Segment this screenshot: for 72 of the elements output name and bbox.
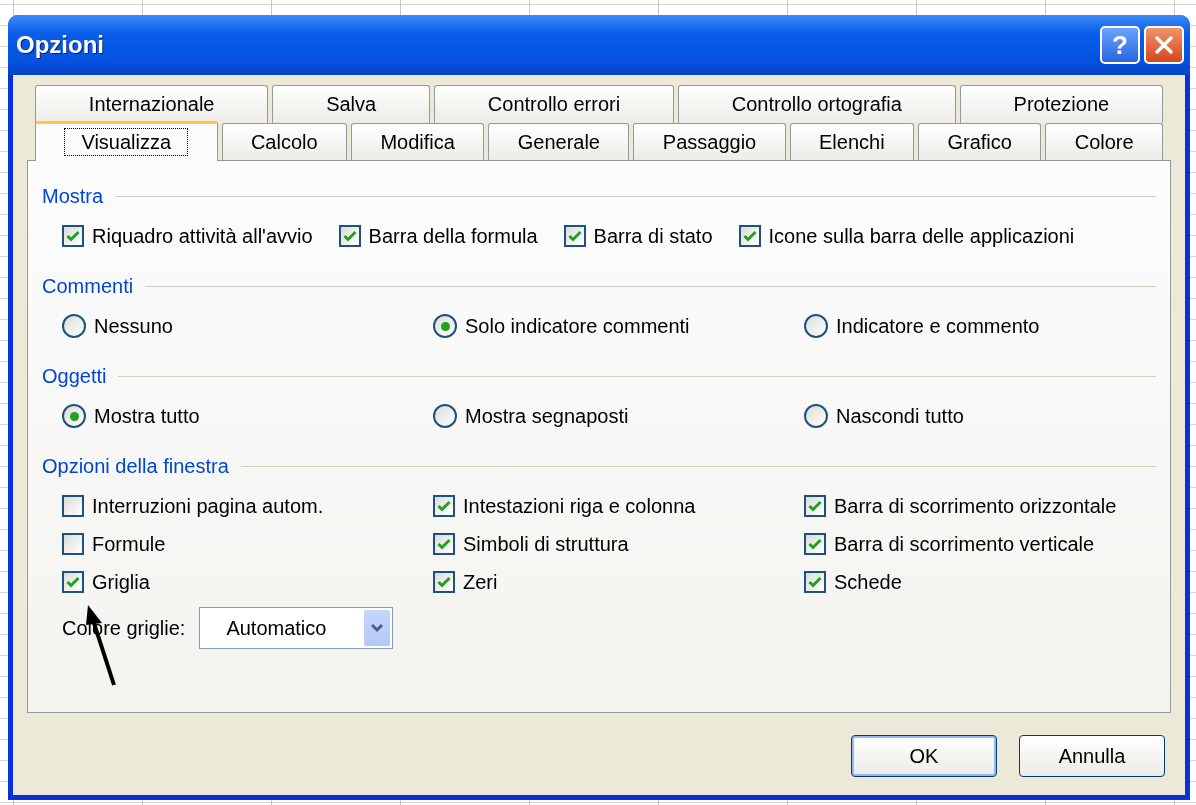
radio-button[interactable] [804, 404, 828, 428]
checkbox-label: Interruzioni pagina autom. [92, 494, 324, 518]
section-heading: Mostra [42, 184, 104, 208]
checkbox[interactable] [804, 533, 826, 555]
tab[interactable]: Controllo ortografia [677, 85, 956, 123]
radio-button[interactable] [433, 404, 457, 428]
checkbox[interactable] [338, 225, 361, 247]
tab[interactable]: Modifica [351, 123, 485, 161]
tab[interactable]: Passaggio [633, 123, 786, 161]
checkbox[interactable] [804, 495, 826, 517]
checkbox-label: Zeri [463, 570, 498, 594]
radio-label: Nessuno [94, 314, 173, 338]
checkbox-label: Simboli di struttura [463, 532, 629, 556]
checkbox[interactable] [62, 495, 84, 517]
section-heading: Opzioni della finestra [42, 454, 229, 478]
checkbox-label: Schede [834, 570, 902, 594]
check-icon [808, 576, 822, 588]
checkbox-label: Barra di stato [593, 224, 713, 248]
radio-label: Mostra segnaposti [465, 404, 629, 428]
radio-label: Indicatore e commento [836, 314, 1040, 338]
tab[interactable]: Calcolo [221, 123, 347, 161]
tab[interactable]: Internazionale [35, 85, 269, 123]
dialog-button[interactable]: Annulla [1019, 735, 1165, 777]
tab[interactable]: Protezione [959, 85, 1164, 123]
radio-button[interactable] [433, 314, 457, 338]
section-heading: Oggetti [42, 364, 107, 388]
check-icon [742, 230, 757, 242]
checkbox[interactable] [62, 571, 84, 593]
radio-label: Nascondi tutto [836, 404, 964, 428]
check-icon [437, 500, 451, 512]
radio-label: Solo indicatore commenti [465, 314, 690, 338]
dialog-button[interactable]: OK [851, 735, 997, 777]
checkbox-label: Barra di scorrimento verticale [834, 532, 1095, 556]
checkbox-label: Intestazioni riga e colonna [463, 494, 696, 518]
checkbox[interactable] [804, 571, 826, 593]
checkbox[interactable] [563, 225, 586, 247]
color-dropdown[interactable]: Automatico [199, 607, 394, 649]
check-icon [437, 538, 451, 550]
radio-button[interactable] [62, 404, 86, 428]
radio-button[interactable] [62, 314, 86, 338]
checkbox[interactable] [738, 225, 761, 247]
section-heading: Commenti [42, 274, 134, 298]
close-icon [1152, 33, 1176, 57]
tab[interactable]: Generale [488, 123, 630, 161]
checkbox[interactable] [62, 225, 84, 247]
check-icon [66, 576, 80, 588]
checkbox-label: Griglia [92, 570, 150, 594]
tab[interactable]: Salva [272, 85, 431, 123]
check-icon [342, 230, 357, 242]
checkbox-label: Riquadro attività all'avvio [92, 224, 313, 248]
radio-button[interactable] [804, 314, 828, 338]
close-button[interactable] [1144, 26, 1184, 64]
window-title: Opzioni [16, 31, 104, 59]
checkbox[interactable] [433, 495, 455, 517]
tab[interactable]: Colore [1045, 123, 1164, 161]
check-icon [437, 576, 451, 588]
checkbox-label: Barra di scorrimento orizzontale [834, 494, 1117, 518]
checkbox[interactable] [433, 533, 455, 555]
tab[interactable]: Elenchi [789, 123, 915, 161]
check-icon [567, 230, 582, 242]
tab[interactable]: Grafico [918, 123, 1042, 161]
check-icon [808, 538, 822, 550]
radio-label: Mostra tutto [94, 404, 200, 428]
check-icon [66, 230, 80, 242]
checkbox-label: Formule [92, 532, 166, 556]
checkbox[interactable] [433, 571, 455, 593]
checkbox[interactable] [62, 533, 84, 555]
checkbox-label: Barra della formula [368, 224, 538, 248]
check-icon [808, 500, 822, 512]
tab[interactable]: Controllo errori [434, 85, 674, 123]
tab[interactable]: Visualizza [35, 121, 218, 161]
checkbox-label: Icone sulla barra delle applicazioni [768, 224, 1075, 248]
